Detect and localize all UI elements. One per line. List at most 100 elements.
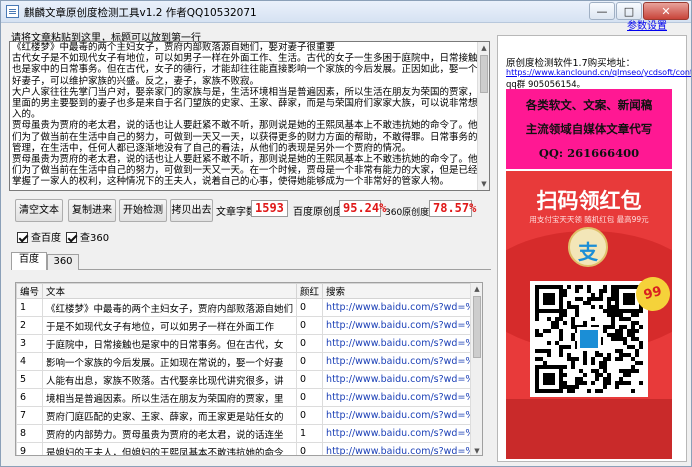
red-envelope-title: 扫码领红包 xyxy=(536,189,642,213)
row-count-cell: 1 xyxy=(296,424,324,443)
scroll-thumb[interactable] xyxy=(473,296,481,358)
row-count-cell: 0 xyxy=(296,298,324,317)
s360-originality-value: 78.57% xyxy=(429,200,476,217)
table-row[interactable]: 5 人能有出息，家族不败落。古代娶亲比现代讲究很多，讲 0 http://www.ba… xyxy=(16,370,482,389)
row-count-cell: 0 xyxy=(296,352,324,371)
check-baidu-checkbox[interactable]: 查百度 xyxy=(17,229,61,244)
row-url-cell[interactable]: http://www.baidu.com/s?wd=%D3%DA%C... xyxy=(322,334,482,353)
column-header-search[interactable]: 搜索 xyxy=(322,283,482,299)
check-baidu-label: 查百度 xyxy=(31,233,61,244)
row-url-cell[interactable]: http://www.baidu.com/s?wd=%D7%D3%C... xyxy=(322,316,482,335)
tab-baidu[interactable]: 百度 xyxy=(11,252,47,270)
app-icon xyxy=(6,5,19,18)
row-number-cell: 7 xyxy=(16,406,44,425)
column-header-count[interactable]: 颜红 xyxy=(296,283,324,299)
row-url-cell[interactable]: http://www.baidu.com/s?wd=%BE%B3%C... xyxy=(322,388,482,407)
table-header-row: 编号 文本 颜红 搜索 xyxy=(16,283,482,299)
banner-line-3: QQ: 261666400 xyxy=(538,146,640,160)
s360-originality-label: 360原创度 xyxy=(385,208,430,218)
result-tabs: 百度 360 xyxy=(11,252,491,270)
row-text-cell: 《红楼梦》中最毒的两个主妇女子，贾府内部败落源自她们 xyxy=(42,298,298,317)
row-count-cell: 0 xyxy=(296,388,324,407)
row-url-cell[interactable]: http://www.baidu.com/s?wd=%BC%D6%B... xyxy=(322,406,482,425)
article-text[interactable]: 《红楼梦》中最毒的两个主妇女子，贾府内部败落源自她们，娶对妻子很重要 古代女子是… xyxy=(12,42,478,190)
row-text-cell: 境相当是普遍因素。所以生活在朋友为荣国府的贾家，里 xyxy=(42,388,298,407)
check-360-checkbox[interactable]: 查360 xyxy=(66,229,109,244)
row-count-cell: 0 xyxy=(296,370,324,389)
copy-in-button[interactable]: 复制进来 xyxy=(68,199,116,222)
table-row[interactable]: 4 影响一个家族的今后发展。正如现在常说的，娶一个好妻 0 http://www.ba… xyxy=(16,352,482,371)
column-header-text[interactable]: 文本 xyxy=(42,283,298,299)
checkbox-checked-icon[interactable] xyxy=(17,232,28,243)
row-url-cell[interactable]: http://www.baidu.com/s?wd=%C8%CB%C... xyxy=(322,370,482,389)
table-row[interactable]: 6 境相当是普遍因素。所以生活在朋友为荣国府的贾家，里 0 http://www.ba… xyxy=(16,388,482,407)
title-bar: 麒麟文章原创度检测工具v1.2 作者QQ10532071 — □ ✕ xyxy=(1,1,691,23)
scroll-down-arrow-icon[interactable]: ▼ xyxy=(478,178,489,190)
row-text-cell: 贾府的内部势力。贾母虽贵为贾府的老太君，说的话连坐 xyxy=(42,424,298,443)
clear-text-button[interactable]: 清空文本 xyxy=(15,199,63,222)
banner-line-1: 各类软文、文案、新闻稿 xyxy=(525,98,653,112)
scroll-up-arrow-icon[interactable]: ▲ xyxy=(471,283,482,295)
banner-line-2: 主流领域自媒体文章代写 xyxy=(525,122,653,136)
word-count-label: 文章字数 xyxy=(216,207,256,218)
scroll-up-arrow-icon[interactable]: ▲ xyxy=(478,42,489,54)
row-text-cell: 人能有出息，家族不败落。古代娶亲比现代讲究很多，讲 xyxy=(42,370,298,389)
row-number-cell: 1 xyxy=(16,298,44,317)
table-row[interactable]: 3 于庭院中，日常接触也是家中的日常事务。但在古代，女 0 http://www.ba… xyxy=(16,334,482,353)
row-number-cell: 9 xyxy=(16,442,44,455)
article-textarea[interactable]: 《红楼梦》中最毒的两个主妇女子，贾府内部败落源自她们，娶对妻子很重要 古代女子是… xyxy=(9,41,490,191)
tab-360[interactable]: 360 xyxy=(47,254,79,270)
baidu-originality-value: 95.24% xyxy=(339,200,386,217)
baidu-originality-label: 百度原创度 xyxy=(293,207,343,218)
minimize-button[interactable]: — xyxy=(589,2,615,20)
scroll-down-arrow-icon[interactable]: ▼ xyxy=(471,445,482,455)
settings-link[interactable]: 参数设置 xyxy=(627,17,667,32)
table-row[interactable]: 1 《红楼梦》中最毒的两个主妇女子，贾府内部败落源自她们 0 http://www.b… xyxy=(16,298,482,317)
app-window: 麒麟文章原创度检测工具v1.2 作者QQ10532071 — □ ✕ 参数设置 … xyxy=(0,0,692,467)
row-text-cell: 贾府门庭匹配的史家、王家、薛家，而王家更是站任女的 xyxy=(42,406,298,425)
row-count-cell: 0 xyxy=(296,334,324,353)
table-row[interactable]: 7 贾府门庭匹配的史家、王家、薛家，而王家更是站任女的 0 http://www.ba… xyxy=(16,406,482,425)
row-text-cell: 于是不如现代女子有地位，可以如男子一样在外面工作 xyxy=(42,316,298,335)
alipay-glyph: 支 xyxy=(578,240,598,264)
article-scrollbar[interactable]: ▲ ▼ xyxy=(477,42,489,190)
window-title: 麒麟文章原创度检测工具v1.2 作者QQ10532071 xyxy=(24,7,257,19)
row-count-cell: 0 xyxy=(296,442,324,455)
row-number-cell: 3 xyxy=(16,334,44,353)
row-url-cell[interactable]: http://www.baidu.com/s?wd=%BC%D6%B... xyxy=(322,424,482,443)
row-url-cell[interactable]: http://www.baidu.com/s?wd=%D3%B0%C... xyxy=(322,352,482,371)
word-count-value: 1593 xyxy=(251,200,288,217)
table-row[interactable]: 8 贾府的内部势力。贾母虽贵为贾府的老太君，说的话连坐 1 http://www.ba… xyxy=(16,424,482,443)
row-number-cell: 6 xyxy=(16,388,44,407)
red-envelope-subtitle: 用支付宝天天领 随机红包 最高99元 xyxy=(529,215,649,224)
qr-code xyxy=(530,281,648,397)
row-number-cell: 2 xyxy=(16,316,44,335)
row-text-cell: 影响一个家族的今后发展。正如现在常说的，娶一个好妻 xyxy=(42,352,298,371)
red-envelope-banner[interactable]: 扫码领红包 用支付宝天天领 随机红包 最高99元 支 99 xyxy=(506,171,672,459)
row-count-cell: 0 xyxy=(296,406,324,425)
row-count-cell: 0 xyxy=(296,316,324,335)
row-url-cell[interactable]: http://www.baidu.com/s?wd=%A1%B6%B... xyxy=(322,298,482,317)
row-url-cell[interactable]: http://www.baidu.com/s?wd=%CA%C7%C... xyxy=(322,442,482,455)
qr-code-graphic xyxy=(535,285,643,393)
ad-title: 原创度检测软件1.7购买地址： xyxy=(506,58,636,69)
row-number-cell: 4 xyxy=(16,352,44,371)
writing-service-banner[interactable]: 各类软文、文案、新闻稿 主流领域自媒体文章代写 QQ: 261666400 xyxy=(506,89,672,169)
start-check-button[interactable]: 开始检测 xyxy=(119,199,167,222)
checkbox-checked-icon[interactable] xyxy=(66,232,77,243)
row-text-cell: 是媳妇的王夫人，但媳妇的王熙凤基本不敢违抗她的命令 xyxy=(42,442,298,455)
column-header-no[interactable]: 编号 xyxy=(16,283,44,299)
row-text-cell: 于庭院中，日常接触也是家中的日常事务。但在古代，女 xyxy=(42,334,298,353)
ad-purchase-link[interactable]: https://www.kanclound.cn/qlmseo/ycdsoft/… xyxy=(506,68,691,77)
table-row[interactable]: 2 于是不如现代女子有地位，可以如男子一样在外面工作 0 http://www.bai… xyxy=(16,316,482,335)
copy-out-button[interactable]: 拷贝出去 xyxy=(170,199,213,222)
row-number-cell: 8 xyxy=(16,424,44,443)
row-number-cell: 5 xyxy=(16,370,44,389)
alipay-coin-icon: 支 xyxy=(568,227,608,267)
banner-bottom xyxy=(506,399,672,459)
table-row[interactable]: 9 是媳妇的王夫人，但媳妇的王熙凤基本不敢违抗她的命令 0 http://www.ba… xyxy=(16,442,482,455)
scroll-thumb[interactable] xyxy=(480,55,488,93)
table-scrollbar[interactable]: ▲ ▼ xyxy=(470,283,482,455)
results-table: 编号 文本 颜红 搜索 1 《红楼梦》中最毒的两个主妇女子，贾府内部败落源自她们 0… xyxy=(15,282,483,456)
ad-panel: 原创度检测软件1.7购买地址： https://www.kanclound.cn… xyxy=(497,35,691,462)
